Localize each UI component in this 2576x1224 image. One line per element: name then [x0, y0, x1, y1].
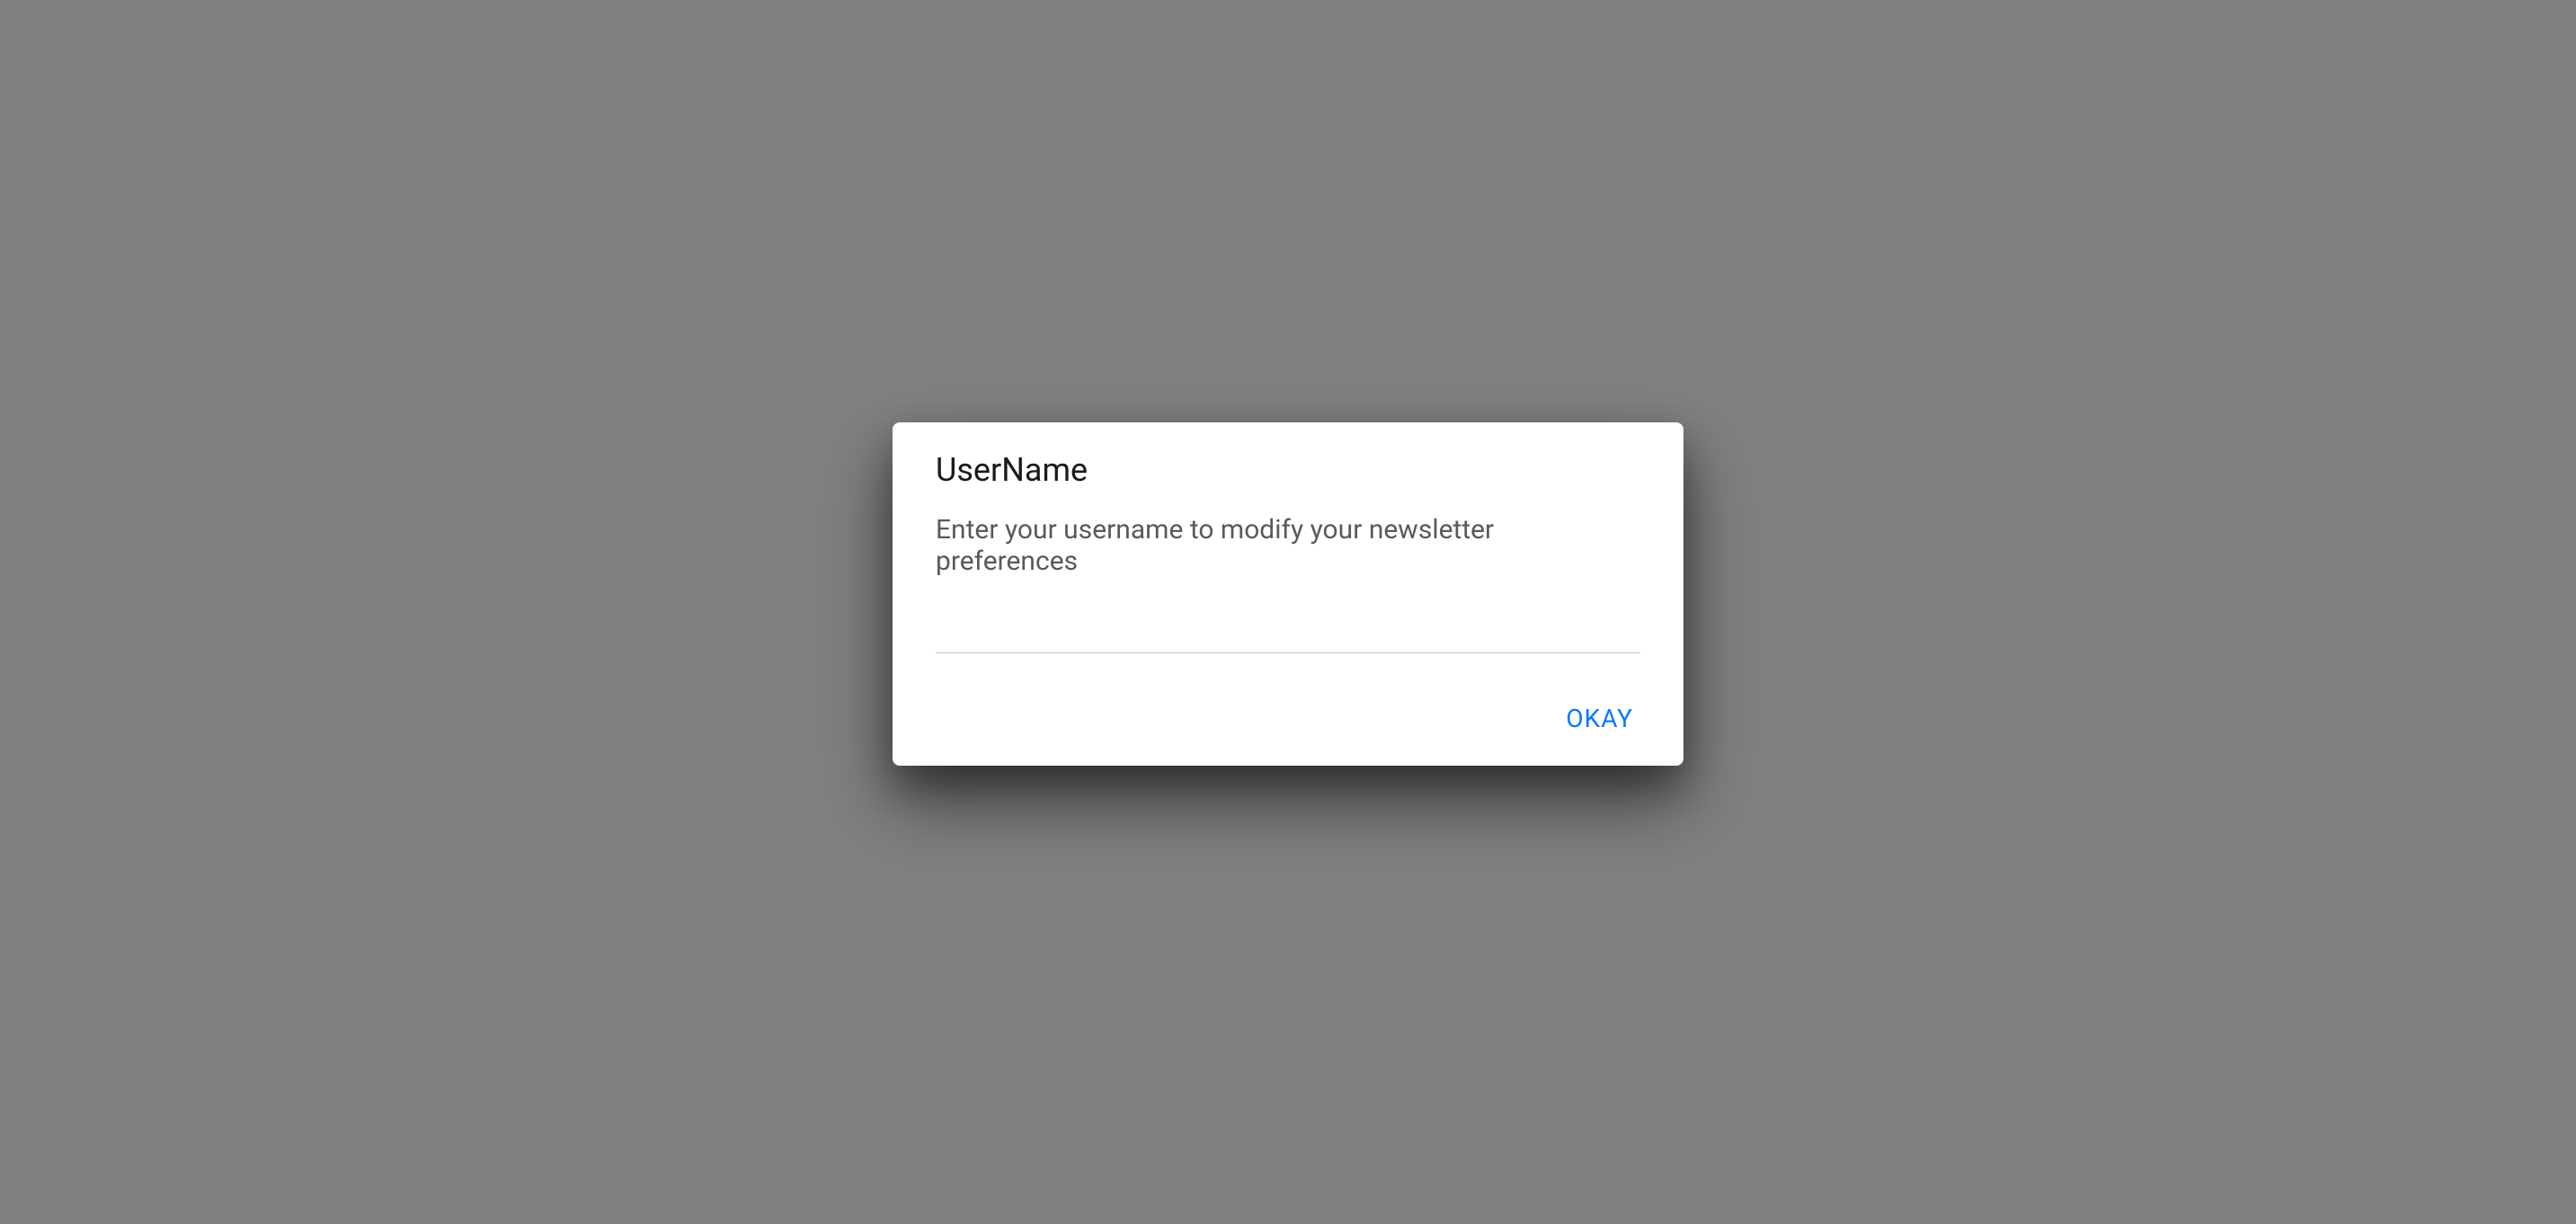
okay-button[interactable]: OKAY: [1559, 700, 1640, 737]
dialog-description: Enter your username to modify your newsl…: [936, 514, 1640, 577]
username-dialog: UserName Enter your username to modify y…: [893, 422, 1683, 766]
modal-backdrop: UserName Enter your username to modify y…: [0, 0, 2576, 1224]
dialog-actions: OKAY: [936, 700, 1640, 737]
username-input[interactable]: [936, 613, 1640, 653]
dialog-title: UserName: [936, 451, 1640, 489]
